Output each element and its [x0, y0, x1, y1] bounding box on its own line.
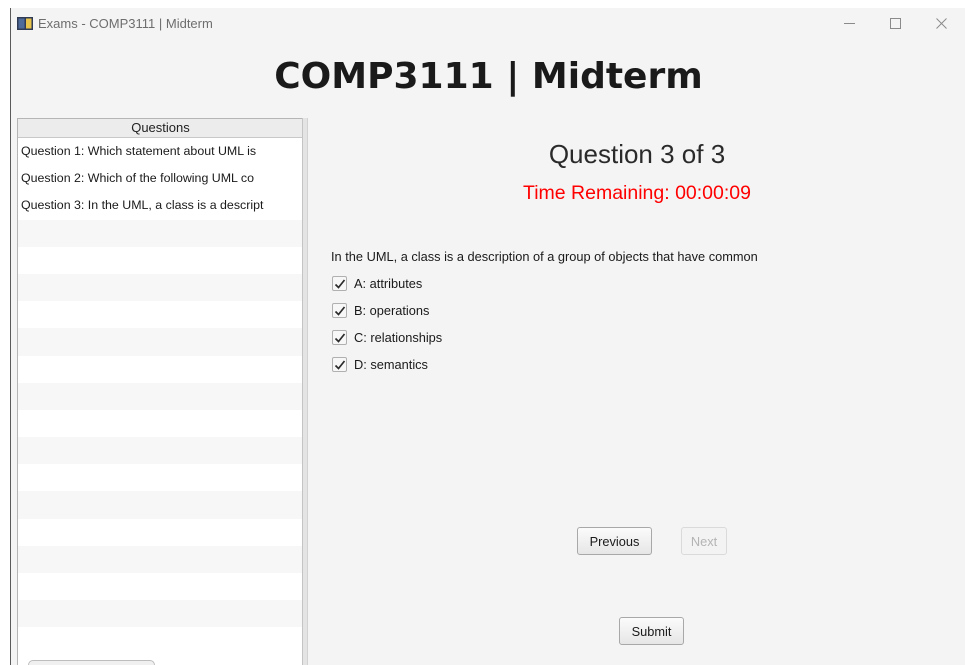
checkbox-checked-icon: [332, 303, 347, 318]
empty-list-row: [18, 573, 303, 600]
exam-header: COMP3111 | Midterm: [11, 38, 965, 116]
question-list-item[interactable]: Question 1: Which statement about UML is: [18, 138, 303, 165]
app-icon: [17, 17, 33, 30]
question-list-item[interactable]: Question 2: Which of the following UML c…: [18, 165, 303, 192]
empty-list-row: [18, 464, 303, 491]
checkbox-checked-icon: [332, 330, 347, 345]
questions-list-header: Questions: [18, 119, 303, 138]
close-icon[interactable]: [918, 10, 964, 36]
checkbox-checked-icon: [332, 276, 347, 291]
questions-list: Question 1: Which statement about UML is…: [18, 138, 303, 665]
empty-list-row: [18, 273, 303, 302]
next-button[interactable]: Next: [681, 527, 727, 555]
exam-title: COMP3111 | Midterm: [274, 56, 703, 97]
window-title: Exams - COMP3111 | Midterm: [38, 16, 213, 31]
option-b-checkbox[interactable]: B: operations: [332, 302, 429, 319]
question-list-item[interactable]: Question 3: In the UML, a class is a des…: [18, 192, 303, 219]
exam-window: Exams - COMP3111 | Midterm COMP3111 | Mi…: [10, 8, 965, 665]
empty-list-row: [18, 219, 303, 247]
checkbox-checked-icon: [332, 357, 347, 372]
option-c-label: C: relationships: [354, 330, 443, 345]
option-a-checkbox[interactable]: A: attributes: [332, 275, 422, 292]
empty-list-row: [18, 410, 303, 437]
option-a-label: A: attributes: [354, 276, 423, 291]
empty-list-row: [18, 437, 303, 465]
question-panel: Question 3 of 3 Time Remaining: 00:00:09…: [308, 118, 965, 665]
empty-list-row: [18, 328, 303, 356]
option-d-checkbox[interactable]: D: semantics: [332, 356, 428, 373]
submit-button[interactable]: Submit: [619, 617, 684, 645]
empty-list-row: [18, 356, 303, 383]
empty-list-row: [18, 545, 303, 573]
empty-list-row: [18, 301, 303, 328]
empty-list-row: [18, 519, 303, 546]
option-d-label: D: semantics: [354, 357, 428, 372]
question-text: In the UML, a class is a description of …: [331, 249, 758, 264]
empty-list-row: [18, 382, 303, 410]
option-c-checkbox[interactable]: C: relationships: [332, 329, 442, 346]
question-number-heading: Question 3 of 3: [548, 139, 726, 169]
option-b-label: B: operations: [354, 303, 430, 318]
empty-list-row: [18, 600, 303, 628]
questions-list-panel: Questions Question 1: Which statement ab…: [17, 118, 304, 665]
empty-list-row: [18, 247, 303, 274]
horizontal-scrollbar-thumb[interactable]: [28, 660, 155, 665]
minimize-icon[interactable]: [826, 10, 872, 36]
maximize-icon[interactable]: [872, 10, 918, 36]
empty-list-row: [18, 491, 303, 519]
title-bar: Exams - COMP3111 | Midterm: [11, 8, 965, 38]
time-remaining-label: Time Remaining: 00:00:09: [523, 182, 751, 204]
previous-button[interactable]: Previous: [577, 527, 652, 555]
